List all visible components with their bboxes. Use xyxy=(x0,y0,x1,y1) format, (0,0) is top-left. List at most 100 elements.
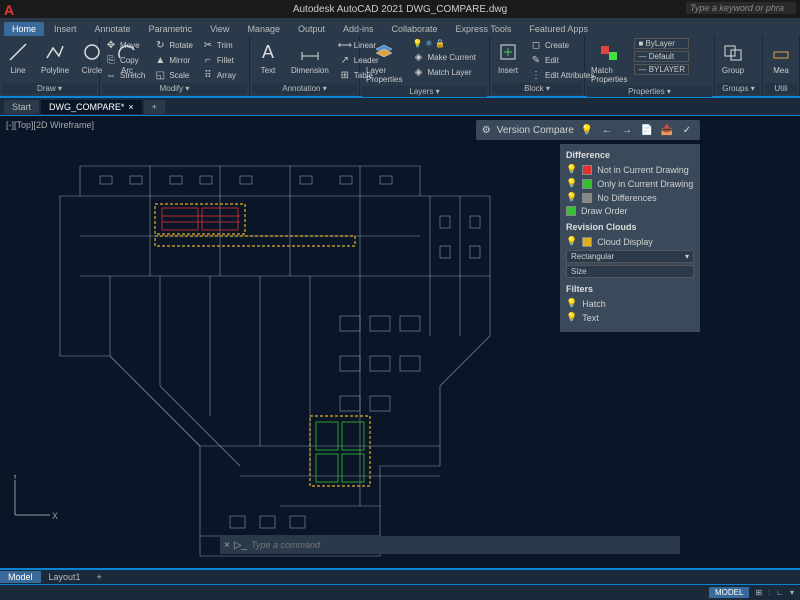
yellow-swatch[interactable] xyxy=(582,237,592,247)
tab-addins[interactable]: Add-ins xyxy=(335,22,382,36)
version-compare-toolbar: ⚙ Version Compare 💡 ← → 📄 📥 ✓ xyxy=(476,120,700,140)
green-swatch[interactable] xyxy=(566,206,576,216)
tab-annotate[interactable]: Annotate xyxy=(87,22,139,36)
file-tab[interactable]: DWG_COMPARE*× xyxy=(41,100,142,114)
scale-button[interactable]: ◱Scale xyxy=(151,68,196,82)
command-input[interactable] xyxy=(251,540,676,550)
copy-button[interactable]: ⎘Copy xyxy=(102,53,148,67)
bulb-icon[interactable]: 💡 xyxy=(580,123,594,137)
color-dropdown[interactable]: ■ ByLayer xyxy=(634,38,689,49)
fillet-button[interactable]: ⌐Fillet xyxy=(199,53,239,67)
app-logo: A xyxy=(4,2,14,18)
prompt-icon: ▷_ xyxy=(234,540,247,551)
tab-collaborate[interactable]: Collaborate xyxy=(384,22,446,36)
svg-text:Y: Y xyxy=(12,475,18,481)
tab-output[interactable]: Output xyxy=(290,22,333,36)
export-icon[interactable]: 📄 xyxy=(640,123,654,137)
move-button[interactable]: ✥Move xyxy=(102,38,148,52)
tab-parametric[interactable]: Parametric xyxy=(141,22,201,36)
layer-properties-button[interactable]: Layer Properties xyxy=(362,38,406,86)
layout-tabs: Model Layout1 + xyxy=(0,568,800,584)
layout1-tab[interactable]: Layout1 xyxy=(41,571,89,583)
command-line[interactable]: × ▷_ xyxy=(220,536,680,554)
close-icon[interactable]: × xyxy=(128,102,133,112)
trim-button[interactable]: ✂Trim xyxy=(199,38,239,52)
ortho-icon[interactable]: ∟ xyxy=(776,588,784,597)
bulb-icon[interactable]: 💡 xyxy=(566,298,577,309)
start-tab[interactable]: Start xyxy=(4,100,39,114)
more-icon[interactable]: ▾ xyxy=(790,588,794,597)
ucs-icon: XY xyxy=(10,475,60,525)
tab-insert[interactable]: Insert xyxy=(46,22,85,36)
match-properties-button[interactable]: Match Properties xyxy=(587,38,631,86)
import-icon[interactable]: 📥 xyxy=(660,123,674,137)
lineweight-dropdown[interactable]: — Default xyxy=(634,51,689,62)
ribbon: Line Polyline Circle Arc Draw ▾ ✥Move ⎘C… xyxy=(0,36,800,98)
bulb-icon[interactable]: 💡 xyxy=(566,164,577,175)
bulb-icon[interactable]: 💡 xyxy=(566,192,577,203)
panel-draw[interactable]: Draw ▾ xyxy=(2,83,97,94)
make-current-button[interactable]: ◈Make Current xyxy=(409,50,478,64)
linetype-dropdown[interactable]: — BYLAYER xyxy=(634,64,689,75)
no-diff-label: No Differences xyxy=(597,193,656,203)
done-icon[interactable]: ✓ xyxy=(680,123,694,137)
document-tabs: Start DWG_COMPARE*× + xyxy=(0,98,800,116)
view-control[interactable]: [-][Top][2D Wireframe] xyxy=(6,120,94,130)
floorplan-drawing xyxy=(0,136,560,566)
grid-icon[interactable]: ⊞ xyxy=(755,588,762,597)
polyline-button[interactable]: Polyline xyxy=(37,38,73,77)
model-tab[interactable]: Model xyxy=(0,571,41,583)
tab-express[interactable]: Express Tools xyxy=(448,22,520,36)
green-swatch[interactable] xyxy=(582,179,592,189)
tab-home[interactable]: Home xyxy=(4,22,44,36)
panel-annotation[interactable]: Annotation ▾ xyxy=(252,83,357,94)
cloud-shape-dropdown[interactable]: Rectangular▾ xyxy=(566,250,694,263)
snap-icon[interactable]: ⫶ xyxy=(768,588,770,598)
new-tab-button[interactable]: + xyxy=(144,100,165,114)
line-button[interactable]: Line xyxy=(2,38,34,77)
dimension-button[interactable]: Dimension xyxy=(287,38,333,77)
drawing-canvas[interactable]: [-][Top][2D Wireframe] xyxy=(0,116,800,570)
only-current-label: Only in Current Drawing xyxy=(597,179,693,189)
chevron-down-icon: ▾ xyxy=(685,252,689,261)
text-button[interactable]: AText xyxy=(252,38,284,77)
bulb-icon[interactable]: 💡 xyxy=(566,178,577,189)
text-filter[interactable]: Text xyxy=(582,313,599,323)
modelspace-button[interactable]: MODEL xyxy=(709,587,749,598)
panel-properties[interactable]: Properties ▾ xyxy=(587,86,712,97)
rotate-button[interactable]: ↻Rotate xyxy=(151,38,196,52)
array-button[interactable]: ⠿Array xyxy=(199,68,239,82)
vc-settings-icon[interactable]: ⚙ xyxy=(482,125,491,136)
panel-block[interactable]: Block ▾ xyxy=(492,83,582,94)
mirror-button[interactable]: ▲Mirror xyxy=(151,53,196,67)
measure-button[interactable]: Mea xyxy=(765,38,797,77)
layer-icons[interactable]: 💡❄🔒 xyxy=(409,38,478,49)
panel-layers[interactable]: Layers ▾ xyxy=(362,86,487,97)
ribbon-tabs: Home Insert Annotate Parametric View Man… xyxy=(0,18,800,36)
add-layout-button[interactable]: + xyxy=(89,571,110,583)
insert-button[interactable]: Insert xyxy=(492,38,524,77)
prev-diff-icon[interactable]: ← xyxy=(600,123,614,137)
bulb-icon[interactable]: 💡 xyxy=(566,312,577,323)
keyword-search[interactable]: Type a keyword or phra xyxy=(686,2,796,14)
gray-swatch[interactable] xyxy=(582,193,592,203)
hatch-filter[interactable]: Hatch xyxy=(582,299,606,309)
tab-featured[interactable]: Featured Apps xyxy=(521,22,596,36)
tab-manage[interactable]: Manage xyxy=(239,22,288,36)
cloud-size-input[interactable]: Size xyxy=(566,265,694,278)
svg-text:X: X xyxy=(52,511,58,521)
draw-order-label: Draw Order xyxy=(581,206,628,216)
stretch-button[interactable]: ⇔Stretch xyxy=(102,68,148,82)
panel-utilities[interactable]: Utili xyxy=(765,83,797,94)
vc-label: Version Compare xyxy=(497,125,574,136)
close-icon[interactable]: × xyxy=(224,540,230,551)
match-layer-button[interactable]: ◈Match Layer xyxy=(409,65,478,79)
panel-modify[interactable]: Modify ▾ xyxy=(102,83,247,94)
status-bar: MODEL ⊞ ⫶ ∟ ▾ xyxy=(0,584,800,600)
tab-view[interactable]: View xyxy=(202,22,237,36)
next-diff-icon[interactable]: → xyxy=(620,123,634,137)
red-swatch[interactable] xyxy=(582,165,592,175)
panel-groups[interactable]: Groups ▾ xyxy=(717,83,760,94)
bulb-icon[interactable]: 💡 xyxy=(566,236,577,247)
group-button[interactable]: Group xyxy=(717,38,749,77)
